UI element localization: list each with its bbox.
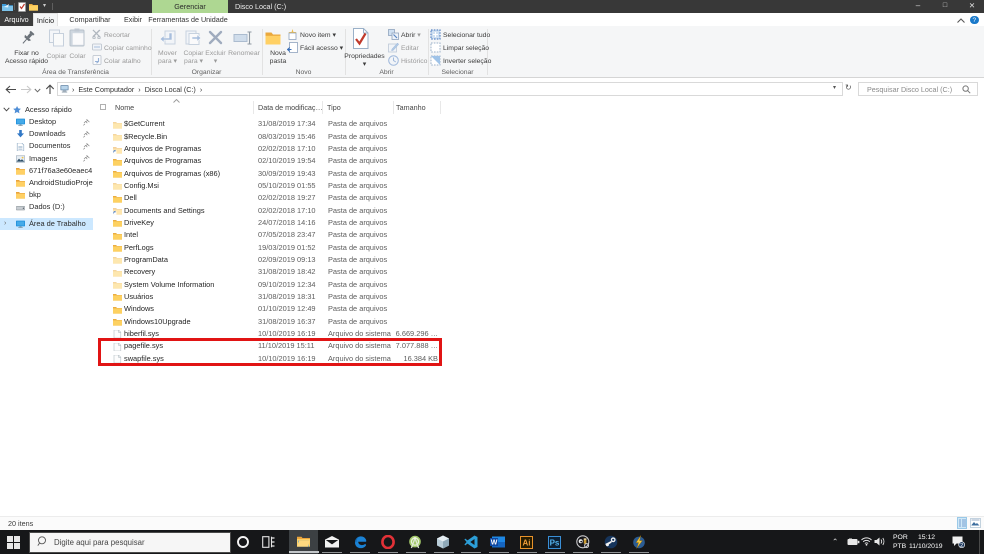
svg-text:2: 2	[960, 543, 963, 548]
svg-text:Ai: Ai	[523, 539, 531, 548]
svg-text:W: W	[491, 539, 498, 546]
svg-text:Ps: Ps	[550, 539, 560, 548]
